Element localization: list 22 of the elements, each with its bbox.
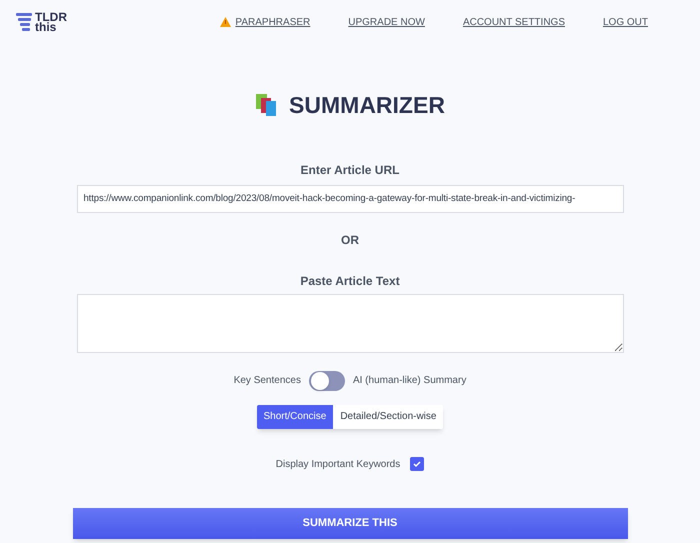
nav-link[interactable]: UPGRADE NOW (348, 14, 425, 30)
keywords-label: Display Important Keywords (276, 458, 400, 472)
warning-icon (220, 17, 232, 27)
summarize-button[interactable]: SUMMARIZE THIS (72, 508, 628, 538)
logo-text: TLDR this (35, 12, 67, 32)
keywords-checkbox[interactable] (410, 457, 424, 471)
field-label: Paste Article Text (300, 272, 400, 290)
nav-link[interactable]: ACCOUNT SETTINGS (462, 14, 565, 30)
logo-icon (16, 12, 32, 32)
url-field[interactable]: https://www.companionlink.com/blog/2023/08/moveit-hack-becoming-a-gateway-for-multi-state-break-in-and-victimizing- (76, 184, 624, 212)
nav-link[interactable]: LOG OUT (602, 14, 648, 30)
length-tab[interactable]: Short/Concise (256, 404, 334, 428)
mode-switch[interactable] (308, 370, 345, 390)
or-label: OR (341, 232, 359, 248)
check-icon (412, 459, 422, 469)
page-title: SUMMARIZER (289, 91, 445, 120)
article-text-field[interactable] (76, 294, 624, 352)
length-tab[interactable]: Detailed/Section-wise (333, 404, 444, 428)
mode-label: AI (human-like) Summary (352, 374, 466, 388)
field-label: Enter Article URL (300, 162, 400, 178)
nav-link[interactable]: PARAPHRASER (220, 14, 310, 30)
mode-label: Key Sentences (234, 374, 301, 388)
